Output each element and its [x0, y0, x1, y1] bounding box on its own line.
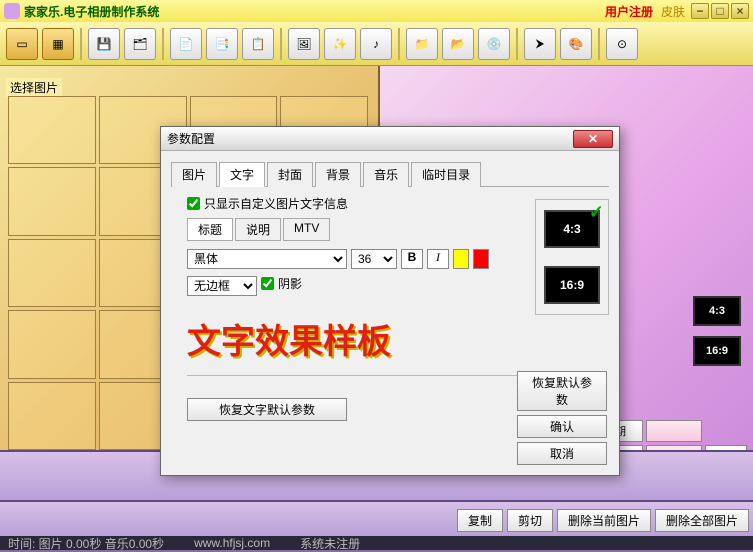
shadow-input[interactable]	[261, 277, 274, 290]
thumb-cell[interactable]	[8, 167, 96, 235]
subtab-desc[interactable]: 说明	[235, 218, 281, 241]
tool-cd-icon[interactable]: ⊙	[606, 28, 638, 60]
tab-cover[interactable]: 封面	[267, 162, 313, 187]
subtab-mtv[interactable]: MTV	[283, 218, 330, 241]
date-value[interactable]	[646, 420, 702, 442]
ok-button[interactable]: 确认	[517, 415, 607, 438]
dialog-close-button[interactable]: ✕	[573, 130, 613, 148]
aspect-group: 4:3 16:9	[535, 199, 609, 315]
app-title: 家家乐.电子相册制作系统	[24, 3, 605, 20]
cancel-button[interactable]: 取消	[517, 442, 607, 465]
color1-swatch[interactable]	[453, 249, 469, 269]
tool-save-icon[interactable]: 💾	[88, 28, 120, 60]
ratio-43-icon[interactable]: 4:3	[693, 296, 741, 326]
tool-disc-icon[interactable]: 💿	[478, 28, 510, 60]
tool-export-icon[interactable]: ⮞	[524, 28, 556, 60]
italic-button[interactable]: I	[427, 249, 449, 269]
restore-text-defaults-button[interactable]: 恢复文字默认参数	[187, 398, 347, 421]
register-link[interactable]: 用户注册	[605, 3, 653, 20]
thumb-cell[interactable]	[8, 96, 96, 164]
delete-current-button[interactable]: 删除当前图片	[557, 509, 651, 532]
titlebar: 家家乐.电子相册制作系统 用户注册 皮肤 − □ ×	[0, 0, 753, 22]
tool-effect-icon[interactable]: ✨	[324, 28, 356, 60]
maximize-button[interactable]: □	[711, 3, 729, 19]
thumb-cell[interactable]	[8, 239, 96, 307]
tab-music[interactable]: 音乐	[363, 162, 409, 187]
color2-swatch[interactable]	[473, 249, 489, 269]
font-select[interactable]: 黑体	[187, 249, 347, 269]
toolbar: ▭ ▦ 💾 🗂 📄 📑 📋 🖼 ✨ ♪ 📁 📂 💿 ⮞ 🎨 ⊙	[0, 22, 753, 66]
bold-button[interactable]: B	[401, 249, 423, 269]
dialog-title: 参数配置	[167, 130, 573, 147]
dialog-tabs: 图片 文字 封面 背景 音乐 临时目录	[171, 161, 609, 187]
text-preview: 文字效果样板	[187, 314, 609, 363]
tab-tempdir[interactable]: 临时目录	[411, 162, 481, 187]
subtab-title[interactable]: 标题	[187, 218, 233, 241]
tool-folder2-icon[interactable]: 📂	[442, 28, 474, 60]
tab-text[interactable]: 文字	[219, 162, 265, 187]
thumb-cell[interactable]	[8, 382, 96, 450]
tool-doc3-icon[interactable]: 📋	[242, 28, 274, 60]
select-pic-label: 选择图片	[6, 78, 62, 97]
skin-link[interactable]: 皮肤	[661, 3, 685, 20]
tab-background[interactable]: 背景	[315, 162, 361, 187]
app-logo-icon	[4, 3, 20, 19]
tool-image-icon[interactable]: 🖼	[288, 28, 320, 60]
aspect-43-option[interactable]: 4:3	[544, 210, 600, 248]
status-site: www.hfjsj.com	[194, 536, 270, 550]
tool-doc2-icon[interactable]: 📑	[206, 28, 238, 60]
status-time: 时间: 图片 0.00秒 音乐0.00秒	[8, 535, 164, 552]
ratio-169-icon[interactable]: 16:9	[693, 336, 741, 366]
copy-button[interactable]: 复制	[457, 509, 503, 532]
cut-button[interactable]: 剪切	[507, 509, 553, 532]
tool-view2-icon[interactable]: ▦	[42, 28, 74, 60]
tool-doc1-icon[interactable]: 📄	[170, 28, 202, 60]
delete-all-button[interactable]: 删除全部图片	[655, 509, 749, 532]
close-button[interactable]: ×	[731, 3, 749, 19]
thumb-cell[interactable]	[8, 310, 96, 378]
shadow-checkbox[interactable]: 阴影	[261, 275, 302, 292]
tool-palette-icon[interactable]: 🎨	[560, 28, 592, 60]
params-dialog: 参数配置 ✕ 图片 文字 封面 背景 音乐 临时目录 只显示自定义图片文字信息 …	[160, 126, 620, 476]
tool-view1-icon[interactable]: ▭	[6, 28, 38, 60]
only-custom-input[interactable]	[187, 197, 200, 210]
dialog-titlebar[interactable]: 参数配置 ✕	[161, 127, 619, 151]
tab-image[interactable]: 图片	[171, 162, 217, 187]
tool-music-icon[interactable]: ♪	[360, 28, 392, 60]
tool-folder1-icon[interactable]: 📁	[406, 28, 438, 60]
size-select[interactable]: 36	[351, 249, 397, 269]
restore-defaults-button[interactable]: 恢复默认参数	[517, 371, 607, 411]
status-bar: 时间: 图片 0.00秒 音乐0.00秒 www.hfjsj.com 系统未注册	[0, 536, 753, 550]
aspect-169-option[interactable]: 16:9	[544, 266, 600, 304]
minimize-button[interactable]: −	[691, 3, 709, 19]
status-unreg: 系统未注册	[300, 535, 360, 552]
border-select[interactable]: 无边框	[187, 276, 257, 296]
tool-saveall-icon[interactable]: 🗂	[124, 28, 156, 60]
